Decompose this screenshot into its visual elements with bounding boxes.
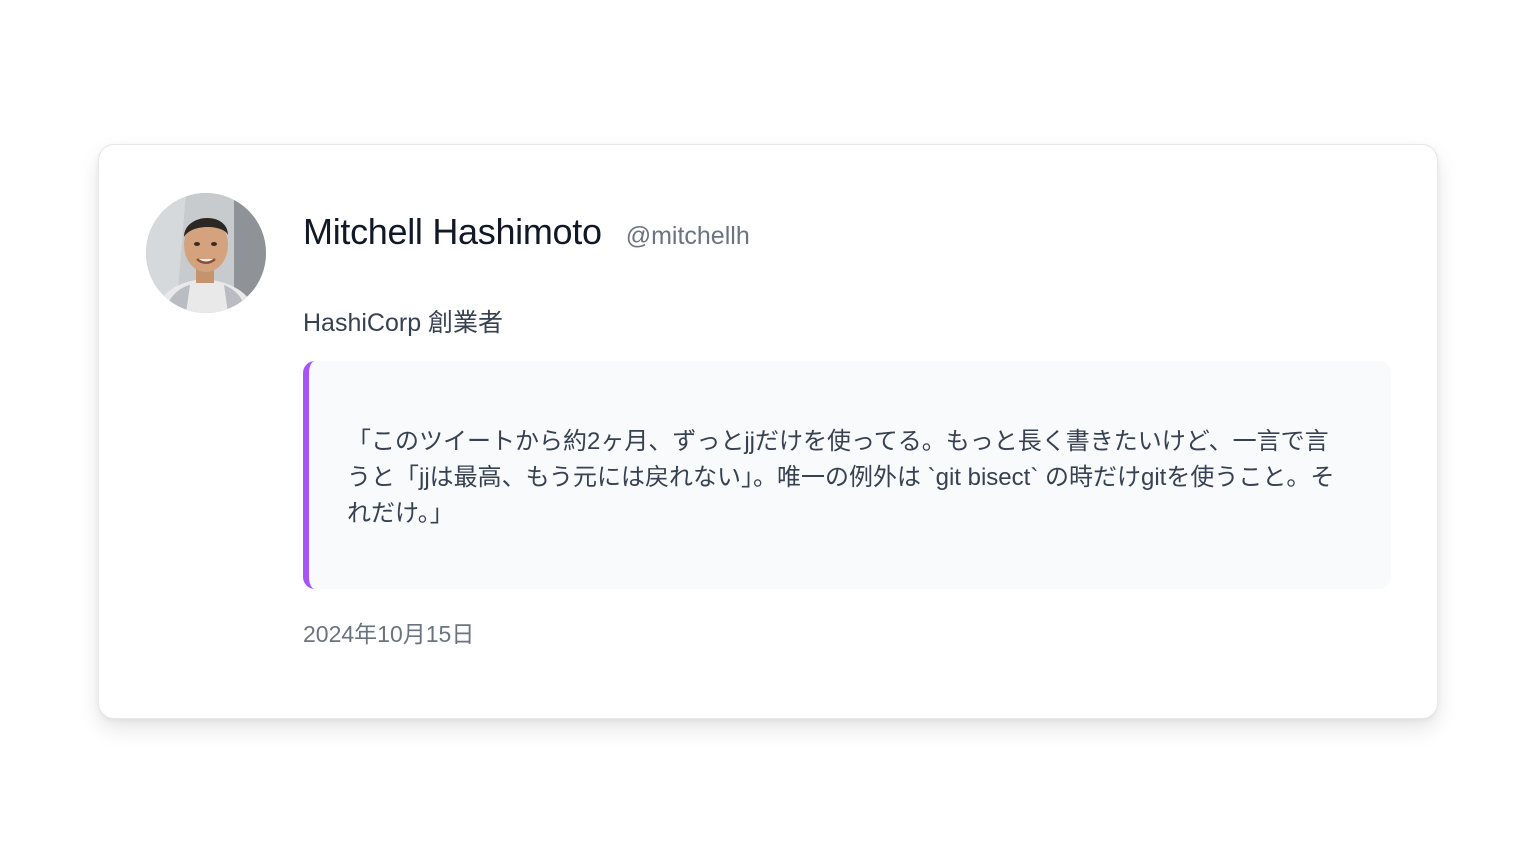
author-bio: HashiCorp 創業者 [303,309,504,337]
quote-card: Mitchell Hashimoto @mitchellh HashiCorp … [98,144,1438,719]
author-handle[interactable]: @mitchellh [626,222,750,251]
profile-header: Mitchell Hashimoto @mitchellh [303,211,750,253]
post-date: 2024年10月15日 [303,621,475,647]
avatar[interactable] [146,193,266,313]
quote-block: 「このツイートから約2ヶ月、ずっとjjだけを使ってる。もっと長く書きたいけど、一… [303,361,1391,589]
quote-text: 「このツイートから約2ヶ月、ずっとjjだけを使ってる。もっと長く書きたいけど、一… [347,428,1335,527]
author-name[interactable]: Mitchell Hashimoto [303,211,602,253]
person-photo-icon [146,193,266,313]
